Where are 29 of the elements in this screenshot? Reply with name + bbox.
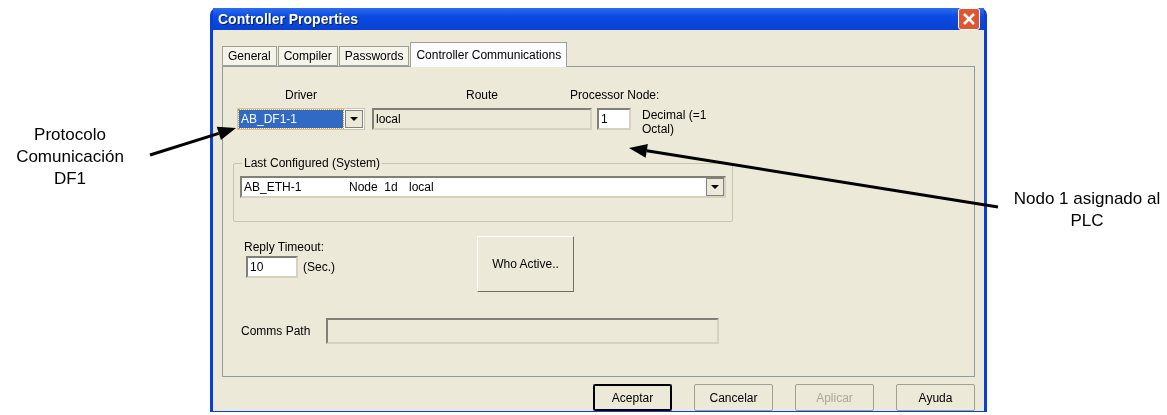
last-configured-dropdown[interactable]: AB_ETH-1 Node 1d local (240, 176, 726, 198)
node-field[interactable]: 1 (597, 108, 631, 130)
comms-path-label: Comms Path (241, 324, 311, 338)
annotation-label: Protocolo Comunicación DF1 (15, 124, 125, 190)
who-active-button[interactable]: Who Active.. (477, 236, 574, 292)
reply-timeout-label: Reply Timeout: (244, 240, 326, 254)
tab[interactable]: Controller Communications (410, 42, 568, 67)
processor-node-label: Processor Node: (570, 88, 660, 102)
close-button[interactable] (958, 8, 980, 30)
node-note: Decimal (=1 Octal) (642, 108, 708, 136)
group-title: Last Configured (System) (243, 156, 382, 170)
tab[interactable]: General (222, 46, 277, 66)
dropdown-arrow-icon (711, 185, 719, 189)
window-title: Controller Properties (218, 11, 359, 27)
route-field: local (372, 108, 592, 130)
driver-label: Driver (284, 88, 318, 102)
unit-label: (Sec.) (303, 260, 335, 274)
close-icon (963, 13, 975, 25)
dialog-button[interactable]: Cancelar (694, 384, 773, 411)
dropdown-button[interactable] (706, 178, 724, 196)
dialog-button[interactable]: Ayuda (896, 384, 975, 411)
dropdown-button[interactable] (345, 110, 363, 128)
dialog-button[interactable]: Aceptar (593, 384, 672, 411)
driver-dropdown[interactable]: AB_DF1-1 (237, 108, 365, 130)
dropdown-arrow-icon (350, 117, 358, 121)
reply-timeout-field[interactable]: 10 (246, 256, 298, 278)
tab[interactable]: Passwords (338, 46, 410, 66)
tab[interactable]: Compiler (277, 46, 338, 66)
annotation-label: Nodo 1 asignado al PLC (1012, 188, 1162, 232)
